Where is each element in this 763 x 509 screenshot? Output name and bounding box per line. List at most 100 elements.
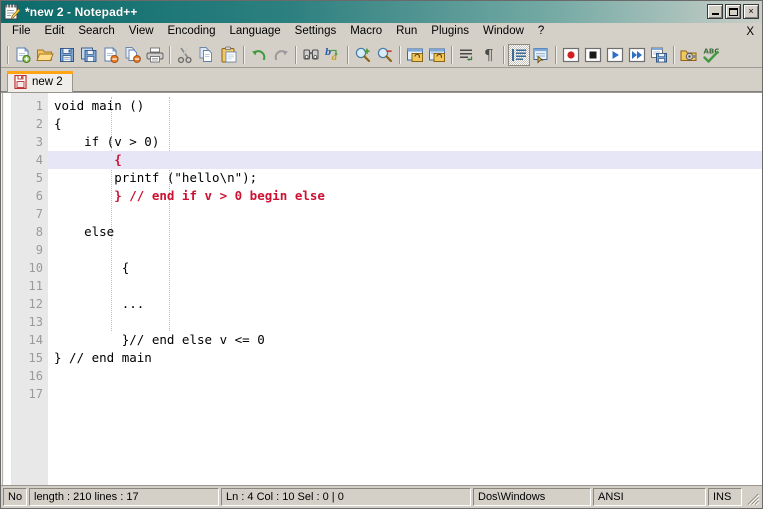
code-line[interactable]	[48, 367, 762, 385]
toolbar-separator	[7, 45, 9, 64]
code-line[interactable]	[48, 313, 762, 331]
menu-settings[interactable]: Settings	[288, 23, 344, 41]
maximize-button[interactable]	[725, 4, 741, 19]
code-line[interactable]: {	[48, 259, 762, 277]
tab-label: new 2	[32, 75, 63, 88]
status-length-lines: length : 210 lines : 17	[29, 488, 219, 506]
line-number: 12	[28, 297, 43, 311]
print-icon[interactable]	[144, 44, 166, 66]
code-line[interactable]: {	[48, 115, 762, 133]
find-icon[interactable]	[300, 44, 322, 66]
toolbar-separator	[503, 45, 505, 64]
title-bar: *new 2 - Notepad++ ×	[1, 1, 762, 23]
editor-area[interactable]: 1 2 3 4 5 6 7 8 9 10 11 12 13 14 15 16 1…	[1, 92, 762, 486]
cut-icon[interactable]	[174, 44, 196, 66]
code-line[interactable]: if (v > 0)	[48, 133, 762, 151]
run-multi-macro-icon[interactable]	[626, 44, 648, 66]
line-number-gutter: 1 2 3 4 5 6 7 8 9 10 11 12 13 14 15 16 1…	[12, 93, 48, 485]
close-button[interactable]: ×	[743, 4, 759, 19]
status-document-type: No	[3, 488, 27, 506]
paste-icon[interactable]	[218, 44, 240, 66]
code-text: {	[54, 116, 62, 131]
code-text: void main ()	[54, 98, 145, 113]
toolbar-separator	[169, 45, 171, 64]
save-icon[interactable]	[56, 44, 78, 66]
replace-icon[interactable]: b a	[322, 44, 344, 66]
line-number: 11	[28, 279, 43, 293]
menu-search[interactable]: Search	[71, 23, 121, 41]
code-text: ...	[54, 296, 145, 311]
line-number: 9	[35, 243, 43, 257]
code-line[interactable]: void main ()	[48, 97, 762, 115]
code-line[interactable]	[48, 277, 762, 295]
svg-text:¶: ¶	[484, 46, 494, 64]
code-line-current[interactable]: {	[48, 151, 762, 169]
copy-icon[interactable]	[196, 44, 218, 66]
zoom-in-icon[interactable]	[352, 44, 374, 66]
toolbar-separator	[555, 45, 557, 64]
new-file-icon[interactable]	[12, 44, 34, 66]
unsaved-document-icon	[14, 74, 27, 89]
code-line[interactable]	[48, 205, 762, 223]
status-encoding: ANSI	[593, 488, 706, 506]
close-file-icon[interactable]	[100, 44, 122, 66]
menu-help[interactable]: ?	[531, 23, 551, 41]
stop-recording-icon[interactable]	[582, 44, 604, 66]
code-line[interactable]: else	[48, 223, 762, 241]
code-text: if (v > 0)	[54, 134, 160, 149]
line-number: 14	[28, 333, 43, 347]
status-caret-position: Ln : 4 Col : 10 Sel : 0 | 0	[221, 488, 471, 506]
toolbar-separator	[673, 45, 675, 64]
show-all-characters-icon[interactable]: ¶	[478, 44, 500, 66]
menu-language[interactable]: Language	[222, 23, 287, 41]
line-number: 17	[28, 387, 43, 401]
line-number: 4	[35, 153, 43, 167]
close-document-button[interactable]: X	[746, 26, 754, 38]
open-file-icon[interactable]	[34, 44, 56, 66]
word-wrap-icon[interactable]	[456, 44, 478, 66]
notepadpp-window: *new 2 - Notepad++ × File Edit Search Vi…	[0, 0, 763, 509]
redo-icon[interactable]	[270, 44, 292, 66]
code-line[interactable]: } // end main	[48, 349, 762, 367]
status-insert-mode[interactable]: INS	[708, 488, 742, 506]
code-line[interactable]: ...	[48, 295, 762, 313]
resize-grip-icon[interactable]	[744, 488, 760, 506]
menu-edit[interactable]: Edit	[38, 23, 72, 41]
code-text: } // end main	[54, 350, 152, 365]
minimize-button[interactable]	[707, 4, 723, 19]
show-indent-guide-icon[interactable]	[508, 43, 530, 66]
toolbar: b a ¶ ABC	[1, 42, 762, 68]
menu-file[interactable]: File	[5, 23, 38, 41]
code-line[interactable]	[48, 241, 762, 259]
bookmark-margin[interactable]	[1, 93, 12, 485]
zoom-out-icon[interactable]	[374, 44, 396, 66]
undo-icon[interactable]	[248, 44, 270, 66]
save-macro-icon[interactable]	[648, 44, 670, 66]
close-all-files-icon[interactable]	[122, 44, 144, 66]
menu-view[interactable]: View	[122, 23, 161, 41]
save-all-icon[interactable]	[78, 44, 100, 66]
menu-bar: File Edit Search View Encoding Language …	[1, 23, 762, 42]
sync-vertical-scroll-icon[interactable]	[404, 44, 426, 66]
ui-user-defined-dialog-icon[interactable]	[530, 44, 552, 66]
svg-text:b: b	[325, 48, 331, 58]
code-line[interactable]: } // end if v > 0 begin else	[48, 187, 762, 205]
sync-horizontal-scroll-icon[interactable]	[426, 44, 448, 66]
menu-plugins[interactable]: Plugins	[424, 23, 476, 41]
menu-macro[interactable]: Macro	[343, 23, 389, 41]
line-number: 1	[35, 99, 43, 113]
code-line[interactable]: printf ("hello\n");	[48, 169, 762, 187]
code-text-area[interactable]: void main () { if (v > 0) { printf ("hel…	[48, 93, 762, 485]
menu-encoding[interactable]: Encoding	[161, 23, 223, 41]
code-text: printf ("hello\n");	[54, 170, 258, 185]
record-macro-icon[interactable]	[560, 44, 582, 66]
window-title: *new 2 - Notepad++	[25, 5, 138, 19]
code-line[interactable]: }// end else v <= 0	[48, 331, 762, 349]
menu-window[interactable]: Window	[476, 23, 531, 41]
menu-run[interactable]: Run	[389, 23, 424, 41]
code-line[interactable]	[48, 385, 762, 403]
run-icon[interactable]	[678, 44, 700, 66]
tab-new-2[interactable]: new 2	[7, 71, 73, 92]
playback-macro-icon[interactable]	[604, 44, 626, 66]
spell-check-icon[interactable]: ABC	[700, 44, 722, 66]
